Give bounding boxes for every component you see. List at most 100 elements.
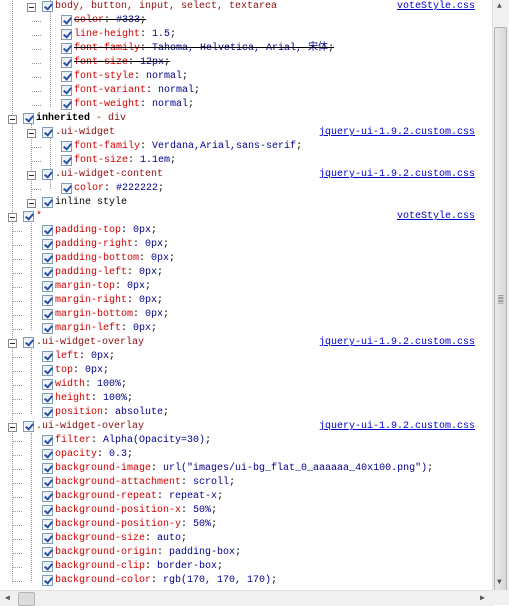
collapse-toggle-icon[interactable] [27,129,36,138]
scroll-down-arrow-icon[interactable]: ▼ [497,578,502,587]
property-value: normal [146,71,183,82]
scroll-right-arrow-icon[interactable]: ▶ [480,593,485,603]
semicolon: ; [151,225,158,236]
rule-checkbox[interactable] [23,113,34,124]
property-name: padding-left [55,267,128,278]
vertical-scrollbar[interactable]: ▲ ═ ═ ═ ▼ [492,0,509,592]
property-checkbox[interactable] [42,449,53,460]
rule-checkbox[interactable] [42,197,53,208]
property-row: background-size: auto; [0,532,493,546]
property-checkbox[interactable] [42,351,53,362]
collapse-toggle-icon[interactable] [27,199,36,208]
source-file-link[interactable]: voteStyle.css [397,0,475,14]
property-checkbox[interactable] [42,407,53,418]
source-file-link[interactable]: jquery-ui-1.9.2.custom.css [319,126,475,140]
property-checkbox[interactable] [42,463,53,474]
rule-checkbox[interactable] [23,337,34,348]
selector-text: .ui-widget-content [55,169,164,180]
property-checkbox[interactable] [61,141,72,152]
property-checkbox[interactable] [42,379,53,390]
property-checkbox[interactable] [42,323,53,334]
property-checkbox[interactable] [42,491,53,502]
property-declaration: margin-top: 0px; [55,280,151,294]
colon: : [157,491,170,502]
horizontal-scrollbar[interactable]: ◀ ▶ [0,590,493,606]
property-declaration: filter: Alpha(Opacity=30); [55,434,211,448]
semicolon: ; [157,295,164,306]
property-checkbox[interactable] [61,183,72,194]
property-checkbox[interactable] [42,505,53,516]
property-checkbox[interactable] [61,71,72,82]
property-declaration: font-family: Tahoma, Helvetica, Arial, 宋… [74,42,334,56]
property-declaration: margin-right: 0px; [55,294,163,308]
property-checkbox[interactable] [42,533,53,544]
tree-connector [13,455,22,456]
property-checkbox[interactable] [42,435,53,446]
property-checkbox[interactable] [42,239,53,250]
selector-text: * [36,211,43,222]
property-checkbox[interactable] [61,15,72,26]
tree-connector [13,525,22,526]
property-checkbox[interactable] [42,547,53,558]
rule-checkbox[interactable] [42,169,53,180]
property-checkbox[interactable] [42,281,53,292]
colon: : [151,575,164,586]
source-file-link[interactable]: voteStyle.css [397,210,475,224]
source-file-link[interactable]: jquery-ui-1.9.2.custom.css [319,336,475,350]
property-checkbox[interactable] [61,43,72,54]
property-declaration: left: 0px; [55,350,115,364]
semicolon: ; [217,561,224,572]
source-file-link[interactable]: jquery-ui-1.9.2.custom.css [319,168,475,182]
tree-connector [32,49,41,50]
property-declaration: background-position-y: 50%; [55,518,217,532]
collapse-toggle-icon[interactable] [8,213,17,222]
tree-connector [13,567,22,568]
property-name: margin-top [55,281,116,292]
collapse-toggle-icon[interactable] [8,115,17,124]
property-value: 12px [140,57,165,68]
property-checkbox[interactable] [42,309,53,320]
property-checkbox[interactable] [42,253,53,264]
property-name: background-position-x [55,505,182,516]
colon: : [128,57,141,68]
property-declaration: background-repeat: repeat-x; [55,490,223,504]
colon: : [85,379,98,390]
tree-connector [32,35,41,36]
colon: : [140,43,153,54]
property-checkbox[interactable] [42,225,53,236]
collapse-toggle-icon[interactable] [8,339,17,348]
rule-checkbox[interactable] [42,127,53,138]
property-checkbox[interactable] [61,57,72,68]
property-declaration: padding-top: 0px; [55,224,157,238]
property-checkbox[interactable] [61,85,72,96]
rule-checkbox[interactable] [42,1,53,12]
property-checkbox[interactable] [42,519,53,530]
property-checkbox[interactable] [42,267,53,278]
property-declaration: background-clip: border-box; [55,560,223,574]
property-value: normal [152,99,189,110]
property-checkbox[interactable] [42,295,53,306]
property-name: top [55,365,74,376]
property-checkbox[interactable] [61,99,72,110]
source-file-link[interactable]: jquery-ui-1.9.2.custom.css [319,420,475,434]
collapse-toggle-icon[interactable] [8,423,17,432]
horizontal-scroll-thumb[interactable] [18,592,35,606]
property-checkbox[interactable] [42,477,53,488]
vertical-scroll-thumb[interactable]: ═ ═ ═ [494,27,507,592]
resize-grip[interactable] [493,590,509,605]
property-checkbox[interactable] [42,365,53,376]
rule-selector: .ui-widget [55,126,115,140]
property-checkbox[interactable] [42,393,53,404]
rule-checkbox[interactable] [23,211,34,222]
collapse-toggle-icon[interactable] [27,3,36,12]
rule-selector: .ui-widget-overlay [36,420,144,434]
property-checkbox[interactable] [42,575,53,586]
rule-checkbox[interactable] [23,421,34,432]
property-checkbox[interactable] [61,155,72,166]
collapse-toggle-icon[interactable] [27,171,36,180]
property-checkbox[interactable] [61,29,72,40]
property-name: background-clip [55,561,146,572]
scroll-up-arrow-icon[interactable]: ▲ [497,2,502,11]
scroll-left-arrow-icon[interactable]: ◀ [5,593,10,603]
property-checkbox[interactable] [42,561,53,572]
